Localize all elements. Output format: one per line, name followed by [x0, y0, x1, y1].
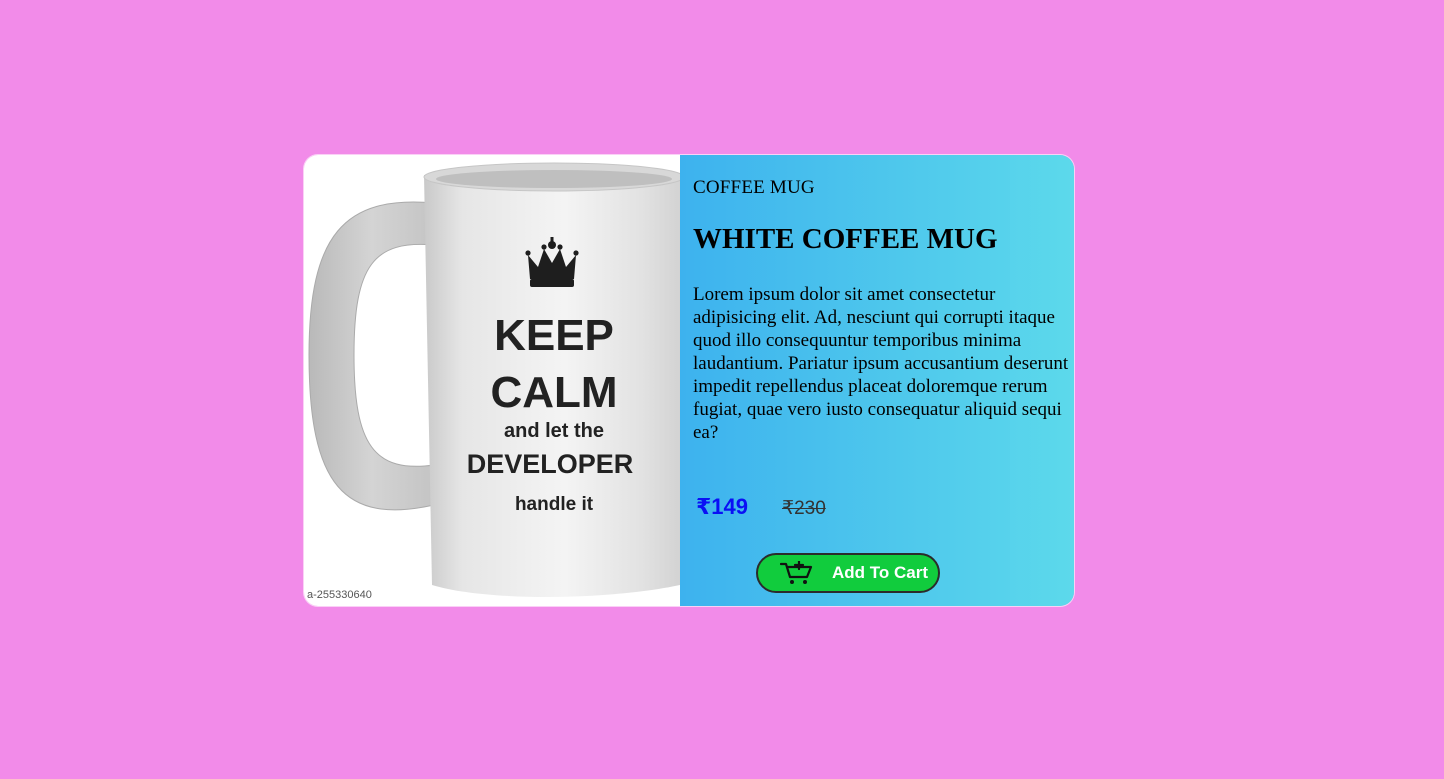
mug-text-and-let-the: and let the — [504, 420, 604, 442]
add-to-cart-label: Add To Cart — [832, 563, 929, 582]
original-price: ₹230 — [782, 498, 826, 519]
product-category: COFFEE MUG — [693, 177, 815, 198]
product-image: KEEP CALM and let the DEVELOPER handle i… — [304, 155, 680, 606]
price-row: ₹149 ₹230 — [696, 494, 826, 520]
product-title: WHITE COFFEE MUG — [693, 223, 998, 255]
product-card: KEEP CALM and let the DEVELOPER handle i… — [304, 155, 1074, 606]
current-price: ₹149 — [696, 494, 749, 519]
mug-text-keep: KEEP — [494, 311, 614, 360]
add-to-cart-button[interactable]: Add To Cart — [756, 553, 940, 593]
cart-icon — [780, 561, 814, 585]
mug-text-calm: CALM — [490, 368, 617, 417]
image-watermark: a-255330640 — [307, 589, 372, 601]
product-description: Lorem ipsum dolor sit amet consectetur a… — [693, 284, 1069, 443]
mug-illustration: KEEP CALM and let the DEVELOPER handle i… — [307, 162, 680, 601]
mug-text-handle-it: handle it — [515, 494, 594, 515]
mug-text-developer: DEVELOPER — [467, 449, 634, 479]
product-details: COFFEE MUG WHITE COFFEE MUG Lorem ipsum … — [680, 155, 1074, 606]
